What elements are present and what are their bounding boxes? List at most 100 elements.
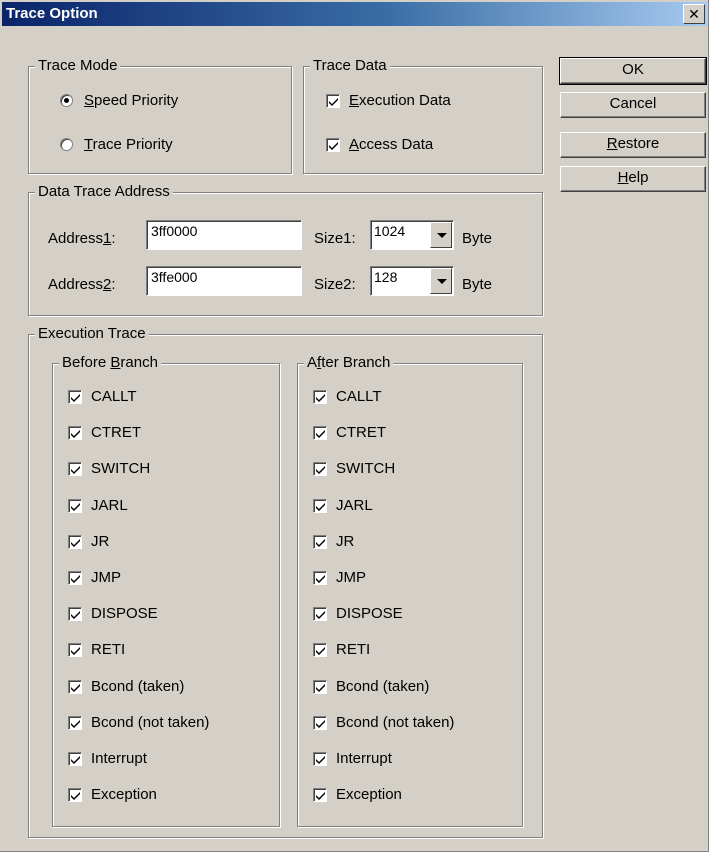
speed-priority-radio-indicator[interactable]: [60, 94, 73, 107]
checkbox-label: JMP: [91, 569, 121, 586]
window-title: Trace Option: [6, 5, 98, 22]
size2-label: Size2:: [314, 276, 356, 293]
checkbox-label: Bcond (not taken): [91, 714, 210, 731]
checkbox-checked[interactable]: [68, 534, 82, 549]
speed-priority-label: Speed Priority: [84, 92, 179, 109]
after-branch-checkbox[interactable]: Bcond (not taken): [313, 714, 454, 731]
after-branch-checkbox[interactable]: RETI: [313, 641, 370, 658]
before-branch-checkbox[interactable]: Interrupt: [68, 750, 147, 767]
after-branch-checkbox[interactable]: Interrupt: [313, 750, 392, 767]
after-branch-checkbox[interactable]: Exception: [313, 786, 402, 803]
address2-input[interactable]: 3ffe000: [146, 266, 302, 296]
checkbox-label: JMP: [336, 569, 366, 586]
checkbox-checked[interactable]: [68, 751, 82, 766]
checkbox-label: JR: [336, 533, 355, 550]
checkbox-label: CALLT: [91, 388, 137, 405]
checkbox-label: CTRET: [336, 424, 386, 441]
checkbox-label: DISPOSE: [91, 605, 158, 622]
before-branch-checkbox[interactable]: JARL: [68, 497, 128, 514]
checkbox-checked[interactable]: [313, 787, 327, 802]
size2-select[interactable]: 128: [370, 266, 454, 296]
after-branch-checkbox[interactable]: DISPOSE: [313, 605, 403, 622]
before-branch-checkbox[interactable]: Bcond (not taken): [68, 714, 209, 731]
help-button[interactable]: Help: [560, 166, 706, 192]
checkbox-checked[interactable]: [313, 425, 327, 440]
chevron-down-icon[interactable]: [430, 268, 452, 294]
checkbox-label: Interrupt: [336, 750, 392, 767]
after-branch-checkbox[interactable]: CTRET: [313, 424, 386, 441]
access-data-label: Access Data: [349, 136, 434, 153]
execution-data-checkbox[interactable]: Execution Data: [326, 92, 451, 109]
checkbox-checked[interactable]: [313, 751, 327, 766]
checkbox-label: JARL: [91, 497, 128, 514]
after-branch-checkbox[interactable]: JR: [313, 533, 354, 550]
trace-priority-radio-indicator[interactable]: [60, 138, 73, 151]
checkbox-label: RETI: [336, 641, 371, 658]
before-branch-checkbox[interactable]: RETI: [68, 641, 125, 658]
checkbox-label: Interrupt: [91, 750, 147, 767]
checkbox-label: Bcond (taken): [336, 678, 430, 695]
after-branch-checkbox[interactable]: SWITCH: [313, 460, 395, 477]
checkbox-checked[interactable]: [313, 715, 327, 730]
before-branch-checkbox[interactable]: CALLT: [68, 388, 137, 405]
after-branch-checkbox[interactable]: JARL: [313, 497, 373, 514]
checkbox-checked[interactable]: [68, 461, 82, 476]
after-branch-checkbox[interactable]: Bcond (taken): [313, 678, 429, 695]
chevron-down-icon[interactable]: [430, 222, 452, 248]
address1-label: Address1:: [48, 230, 116, 247]
after-branch-checkbox[interactable]: CALLT: [313, 388, 382, 405]
checkbox-checked[interactable]: [313, 606, 327, 621]
after-branch-checkbox[interactable]: JMP: [313, 569, 366, 586]
checkbox-checked[interactable]: [68, 679, 82, 694]
data-trace-address-group: Data Trace Address: [28, 183, 543, 316]
checkbox-checked[interactable]: [326, 93, 340, 108]
ok-button[interactable]: OK: [559, 57, 707, 85]
checkbox-checked[interactable]: [68, 570, 82, 585]
checkbox-checked[interactable]: [68, 715, 82, 730]
checkbox-checked[interactable]: [313, 389, 327, 404]
checkbox-label: Bcond (not taken): [336, 714, 455, 731]
cancel-button[interactable]: Cancel: [560, 92, 706, 118]
data-trace-address-legend: Data Trace Address: [35, 183, 173, 200]
checkbox-checked[interactable]: [68, 787, 82, 802]
before-branch-checkbox[interactable]: JMP: [68, 569, 121, 586]
before-branch-checkbox[interactable]: Bcond (taken): [68, 678, 184, 695]
checkbox-checked[interactable]: [68, 606, 82, 621]
restore-button[interactable]: Restore: [560, 132, 706, 158]
checkbox-checked[interactable]: [313, 498, 327, 513]
trace-priority-radio[interactable]: Trace Priority: [60, 136, 173, 153]
before-branch-checkbox[interactable]: JR: [68, 533, 109, 550]
close-button[interactable]: ✕: [683, 4, 705, 24]
checkbox-checked[interactable]: [68, 389, 82, 404]
execution-trace-legend: Execution Trace: [35, 325, 149, 342]
size2-unit: Byte: [462, 276, 493, 293]
checkbox-checked[interactable]: [313, 679, 327, 694]
access-data-checkbox[interactable]: Access Data: [326, 136, 433, 153]
checkbox-checked[interactable]: [68, 498, 82, 513]
checkbox-label: RETI: [91, 641, 126, 658]
checkbox-checked[interactable]: [313, 642, 327, 657]
checkbox-checked[interactable]: [68, 642, 82, 657]
before-branch-checkbox[interactable]: SWITCH: [68, 460, 150, 477]
speed-priority-radio[interactable]: Speed Priority: [60, 92, 178, 109]
size1-select[interactable]: 1024: [370, 220, 454, 250]
address1-input[interactable]: 3ff0000: [146, 220, 302, 250]
trace-mode-legend: Trace Mode: [35, 57, 121, 74]
checkbox-checked[interactable]: [313, 461, 327, 476]
checkbox-label: CTRET: [91, 424, 141, 441]
before-branch-checkbox[interactable]: DISPOSE: [68, 605, 158, 622]
execution-data-label: Execution Data: [349, 92, 451, 109]
checkbox-label: SWITCH: [336, 460, 396, 477]
checkbox-checked[interactable]: [313, 534, 327, 549]
checkbox-checked[interactable]: [326, 137, 340, 152]
size2-value: 128: [374, 269, 398, 285]
before-branch-checkbox[interactable]: CTRET: [68, 424, 141, 441]
trace-option-dialog: Trace Option ✕ Trace Mode Speed Priority…: [0, 0, 709, 852]
checkbox-checked[interactable]: [313, 570, 327, 585]
before-branch-checkbox[interactable]: Exception: [68, 786, 157, 803]
checkbox-label: Bcond (taken): [91, 678, 185, 695]
checkbox-label: JARL: [336, 497, 373, 514]
checkbox-label: Exception: [336, 786, 402, 803]
before-branch-legend: Before Branch: [59, 354, 161, 371]
checkbox-checked[interactable]: [68, 425, 82, 440]
